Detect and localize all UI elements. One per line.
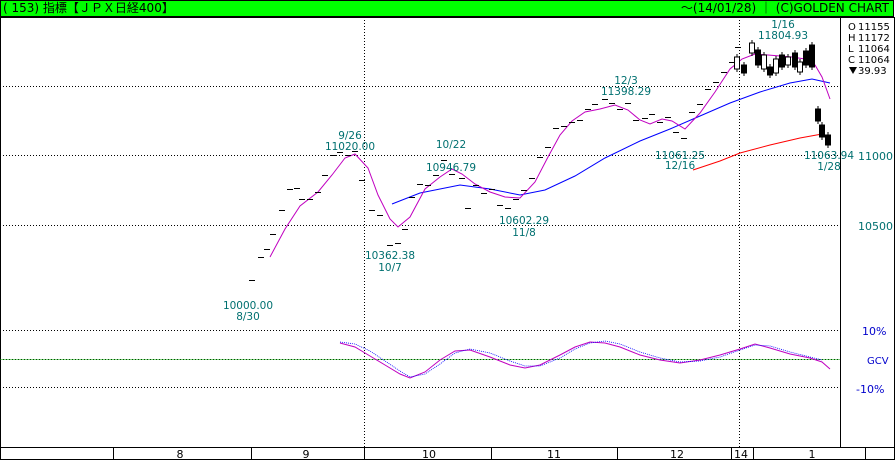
high-label: H: [848, 33, 856, 44]
title-bar: ( 153) 指標【ＪＰＸ日経400】 ～(14/01/28) ｜ (C)GOL…: [0, 0, 894, 17]
grid: [0, 17, 840, 447]
chart-frame: [0, 17, 895, 460]
title-left: ( 153) 指標【ＪＰＸ日経400】: [3, 1, 174, 16]
x-tick-aug: 8: [177, 448, 184, 460]
x-tick-sep: 9: [303, 448, 310, 460]
ma-long-line: [692, 133, 823, 171]
low-readout: L 11064: [848, 44, 890, 55]
annotation-line1: 10/22: [436, 139, 466, 151]
y-tick-10500: 10500: [858, 220, 893, 233]
candle-body: [749, 42, 755, 54]
annotation-line2: 8/30: [236, 311, 260, 323]
annotation-line2: 1/28: [817, 161, 841, 173]
candle-body: [792, 52, 798, 68]
stock-code: ( 153): [3, 1, 40, 15]
change-value: 39.93: [858, 66, 887, 77]
x-tick-jan: 1: [809, 448, 816, 460]
annotation-line2: 10946.79: [426, 162, 476, 174]
candle-body: [779, 54, 785, 68]
annotation-line2: 11804.93: [758, 30, 808, 42]
annotation-line2: 11020.00: [325, 141, 375, 153]
candle-body: [797, 61, 803, 73]
close-label: C: [848, 55, 855, 66]
osc-tick-bot: -10%: [856, 383, 884, 396]
y-tick-11000: 11000: [858, 150, 893, 163]
candles: [249, 40, 831, 281]
candle-body: [785, 56, 791, 66]
candle-body: [809, 44, 815, 68]
annotation-line2: 10/7: [378, 262, 402, 274]
brand-label: (C)GOLDEN CHART: [775, 1, 889, 15]
down-triangle-icon: [849, 67, 857, 74]
last-date: ～(14/01/28): [680, 1, 757, 15]
candle-body: [773, 58, 779, 74]
title-right: ～(14/01/28) ｜ (C)GOLDEN CHART: [680, 1, 889, 15]
chart-window: ( 153) 指標【ＪＰＸ日経400】 ～(14/01/28) ｜ (C)GOL…: [0, 0, 896, 460]
open-label: O: [848, 22, 856, 33]
annotation-line2: 11398.29: [601, 86, 651, 98]
x-axis: [113, 447, 866, 460]
open-readout: O 11155: [848, 22, 890, 33]
x-tick-dec: 12: [670, 448, 684, 460]
annotation-line1: 10362.38: [365, 250, 415, 262]
annotation-line1: 10602.29: [499, 215, 549, 227]
x-tick-oct: 10: [422, 448, 436, 460]
open-value: 11155: [858, 22, 890, 33]
osc-tick-top: 10%: [862, 325, 886, 338]
low-value: 11064: [858, 44, 890, 55]
close-value: 11064: [858, 55, 890, 66]
high-value: 11172: [858, 33, 890, 44]
ohlc-readout: O 11155 H 11172 L 11064 C 11064 39.93: [848, 22, 890, 77]
annotation-line2: 12/16: [665, 160, 696, 172]
stock-name: 指標【ＪＰＸ日経400】: [42, 1, 174, 15]
candle-body: [767, 66, 773, 76]
candle-body: [803, 50, 809, 66]
osc-tick-mid: GCV: [867, 356, 889, 367]
annotation-line2: 11/8: [512, 227, 536, 239]
candle-body: [755, 49, 761, 66]
candle-body: [741, 64, 747, 74]
low-label: L: [848, 44, 854, 55]
candle-body: [825, 134, 831, 146]
close-readout: C 11064: [848, 55, 890, 66]
candle-body: [761, 54, 767, 70]
candle-body: [734, 56, 740, 70]
x-tick-labels: 8 9 10 11 12 14 1: [177, 448, 816, 460]
high-readout: H 11172: [848, 33, 890, 44]
candle-body: [819, 124, 825, 138]
x-tick-nov: 11: [547, 448, 561, 460]
osc-line-signal: [339, 340, 823, 378]
candle-body: [815, 108, 821, 122]
x-tick-2014: 14: [734, 448, 748, 460]
price-chart: 11000 10500 10% GCV -10% O 11155 H 11172 L…: [0, 17, 895, 460]
